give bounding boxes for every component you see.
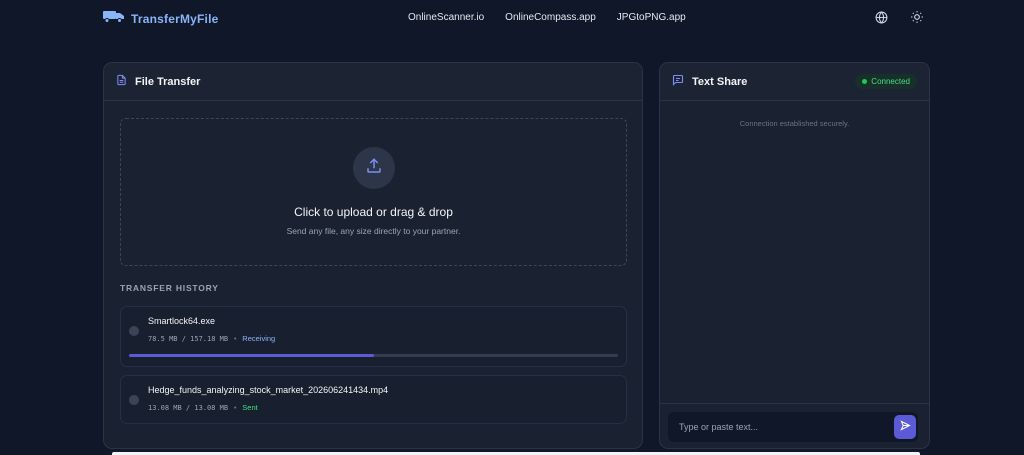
- transfer-item[interactable]: Hedge_funds_analyzing_stock_market_20260…: [120, 375, 627, 424]
- transfer-progress-bar: [129, 354, 618, 357]
- nav-link-onlinecompass[interactable]: OnlineCompass.app: [505, 12, 596, 23]
- transfer-history-label: TRANSFER HISTORY: [120, 283, 219, 293]
- connection-status-badge: Connected: [855, 74, 917, 89]
- transfer-meta: 13.08 MB / 13.08 MB • Sent: [148, 403, 258, 412]
- nav-link-onlinescanner[interactable]: OnlineScanner.io: [408, 12, 484, 23]
- chat-composer: [660, 403, 929, 448]
- transfer-size: 78.5 MB / 157.18 MB: [148, 334, 229, 343]
- dropzone-subtitle: Send any file, any size directly to your…: [286, 226, 461, 236]
- text-share-panel: Text Share Connected Connection establis…: [659, 62, 930, 449]
- meta-separator: •: [233, 334, 238, 343]
- truck-icon: [103, 9, 125, 28]
- file-status-indicator: [129, 326, 139, 336]
- top-navbar: TransferMyFile OnlineScanner.io OnlineCo…: [0, 0, 1024, 36]
- upload-dropzone[interactable]: Click to upload or drag & drop Send any …: [120, 118, 627, 266]
- chat-icon: [672, 73, 684, 91]
- file-transfer-header: File Transfer: [104, 63, 642, 101]
- send-button[interactable]: [894, 415, 916, 439]
- header-actions: [874, 10, 924, 24]
- text-share-input[interactable]: [668, 412, 918, 442]
- upload-button[interactable]: [352, 147, 395, 189]
- transfer-file-name: Smartlock64.exe: [148, 316, 216, 326]
- send-icon: [899, 418, 911, 436]
- connection-message: Connection established securely.: [739, 119, 850, 128]
- file-transfer-title: File Transfer: [135, 75, 201, 88]
- transfer-status: Receiving: [242, 334, 276, 343]
- brand-logo[interactable]: TransferMyFile: [103, 9, 219, 28]
- meta-separator: •: [233, 403, 238, 412]
- transfer-size: 13.08 MB / 13.08 MB: [148, 403, 229, 412]
- transfer-status: Sent: [242, 403, 258, 412]
- partner-links: OnlineScanner.io OnlineCompass.app JPGto…: [408, 12, 686, 23]
- text-share-title: Text Share: [692, 75, 748, 88]
- sun-icon[interactable]: [910, 10, 924, 24]
- dropzone-title: Click to upload or drag & drop: [294, 205, 453, 219]
- file-icon: [116, 73, 127, 91]
- upload-icon: [365, 157, 383, 180]
- file-transfer-panel: File Transfer Click to upload or drag & …: [103, 62, 643, 449]
- text-share-header: Text Share Connected: [660, 63, 929, 101]
- transfer-meta: 78.5 MB / 157.18 MB • Receiving: [148, 334, 275, 343]
- file-status-indicator: [129, 395, 139, 405]
- globe-icon[interactable]: [874, 10, 888, 24]
- transfer-progress-fill: [129, 354, 374, 357]
- transfer-file-name: Hedge_funds_analyzing_stock_market_20260…: [148, 385, 389, 395]
- nav-link-jpgtopng[interactable]: JPGtoPNG.app: [617, 12, 686, 23]
- brand-name: TransferMyFile: [131, 11, 219, 26]
- transfer-item[interactable]: Smartlock64.exe 78.5 MB / 157.18 MB • Re…: [120, 306, 627, 367]
- connection-status-text: Connected: [871, 77, 910, 86]
- status-dot: [862, 79, 868, 84]
